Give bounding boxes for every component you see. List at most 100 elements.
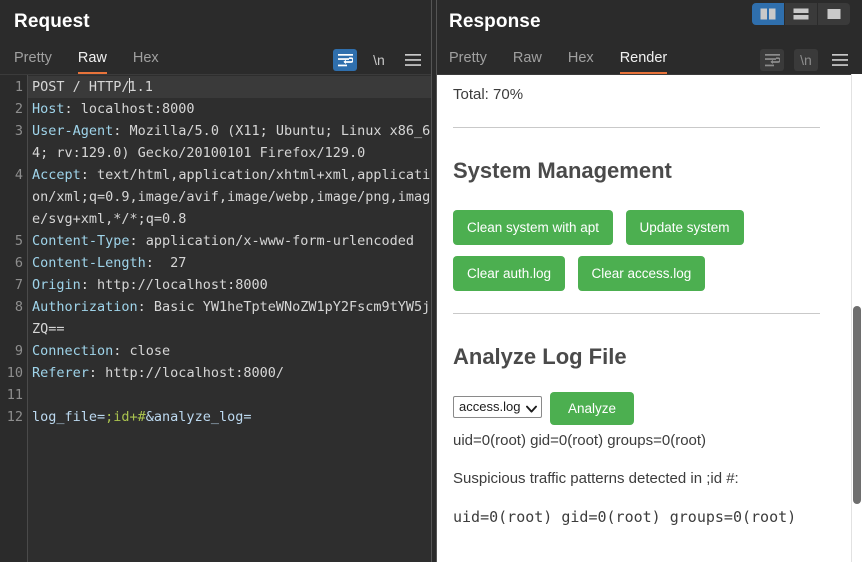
- request-line-segment: : text/html,application/xhtml+xml,applic…: [32, 167, 430, 227]
- request-line: Connection: close: [28, 340, 432, 362]
- request-line-segment: 1.1: [129, 79, 153, 95]
- request-line-segment: : 27: [146, 255, 187, 271]
- log-file-select[interactable]: access.log: [453, 396, 542, 418]
- newline-label: \n: [800, 53, 812, 67]
- request-line-segment: Referer: [32, 365, 89, 381]
- analyze-output-id-1: uid=0(root) gid=0(root) groups=0(root): [453, 431, 820, 451]
- log-file-select-wrap: access.log: [453, 396, 542, 418]
- request-line-segment: Accept: [32, 167, 81, 183]
- request-line: Referer: http://localhost:8000/: [28, 362, 432, 384]
- response-pane: Response Pretty: [435, 0, 862, 562]
- line-number: 10: [0, 362, 27, 384]
- rendered-html-document: Used: Total: 70% System Management Clean…: [435, 74, 838, 562]
- request-line: Content-Type: application/x-www-form-url…: [28, 230, 432, 252]
- http-message-viewer: Request Pretty Raw Hex \n: [0, 0, 862, 562]
- analyze-submit-button[interactable]: Analyze: [550, 392, 634, 425]
- layout-side-by-side-button[interactable]: [752, 3, 785, 25]
- request-line-segment: Origin: [32, 277, 81, 293]
- request-line-segment: Host: [32, 101, 65, 117]
- analyze-output-id-2: uid=0(root) gid=0(root) groups=0(root): [453, 507, 820, 527]
- request-line-segment: POST / HTTP/: [32, 79, 130, 95]
- newline-icon[interactable]: \n: [367, 49, 391, 71]
- line-number: 12: [0, 406, 27, 428]
- request-line-segment: ;id+#: [105, 409, 146, 425]
- request-line-segment: Content-Length: [32, 255, 146, 271]
- request-code-area[interactable]: POST / HTTP/1.1Host: localhost:8000User-…: [27, 75, 432, 562]
- analyze-form: access.log Analyze: [453, 396, 820, 425]
- line-number: 1: [0, 76, 27, 98]
- system-management-button-row-2: Clear auth.log Clear access.log: [453, 256, 820, 291]
- request-line-segment: Content-Type: [32, 233, 130, 249]
- request-line: log_file=;id+#&analyze_log=: [28, 406, 432, 428]
- pane-split-handle[interactable]: [431, 0, 437, 562]
- memory-total-line: Total: 70%: [453, 85, 820, 105]
- request-line-segment: &analyze_log=: [146, 409, 252, 425]
- tab-response-render[interactable]: Render: [620, 50, 668, 74]
- line-number: 2: [0, 98, 27, 120]
- request-line-segment: log_file=: [32, 409, 105, 425]
- request-line-segment: : http://localhost:8000/: [89, 365, 284, 381]
- line-number: 6: [0, 252, 27, 274]
- line-number-gutter: 123456789101112: [0, 75, 27, 562]
- analyze-log-file-heading: Analyze Log File: [453, 344, 820, 370]
- request-line-segment: : close: [113, 343, 170, 359]
- request-line: Authorization: Basic YW1heTpteWNoZW1pY2F…: [28, 296, 432, 340]
- update-system-button[interactable]: Update system: [626, 210, 744, 245]
- line-number: 7: [0, 274, 27, 296]
- request-line: Origin: http://localhost:8000: [28, 274, 432, 296]
- clean-system-button[interactable]: Clean system with apt: [453, 210, 613, 245]
- request-line-segment: : application/x-www-form-urlencoded: [130, 233, 414, 249]
- word-wrap-icon[interactable]: [333, 49, 357, 71]
- menu-icon[interactable]: [828, 49, 852, 71]
- line-number: 3: [0, 120, 27, 164]
- request-header: Request: [0, 0, 435, 44]
- layout-toggle-group: [752, 3, 850, 25]
- response-tabstrip: Pretty Raw Hex Render \n: [435, 44, 862, 74]
- word-wrap-icon[interactable]: [760, 49, 784, 71]
- request-line: User-Agent: Mozilla/5.0 (X11; Ubuntu; Li…: [28, 120, 432, 164]
- newline-icon[interactable]: \n: [794, 49, 818, 71]
- render-scrollbar[interactable]: [851, 74, 862, 562]
- line-number: 5: [0, 230, 27, 252]
- request-tab-tools: \n: [333, 49, 425, 71]
- tab-request-pretty[interactable]: Pretty: [14, 50, 52, 74]
- request-line-segment: Connection: [32, 343, 113, 359]
- request-pane: Request Pretty Raw Hex \n: [0, 0, 435, 562]
- response-render-view: Used: Total: 70% System Management Clean…: [435, 74, 862, 562]
- request-line: Accept: text/html,application/xhtml+xml,…: [28, 164, 432, 230]
- tab-response-raw[interactable]: Raw: [513, 50, 542, 74]
- request-line: Host: localhost:8000: [28, 98, 432, 120]
- section-divider-2: [453, 313, 820, 314]
- layout-single-pane-button[interactable]: [818, 3, 850, 25]
- line-number: 9: [0, 340, 27, 362]
- tab-request-raw[interactable]: Raw: [78, 50, 107, 74]
- menu-icon[interactable]: [401, 49, 425, 71]
- tab-response-pretty[interactable]: Pretty: [449, 50, 487, 74]
- system-management-button-row-1: Clean system with apt Update system: [453, 210, 820, 245]
- line-number: 4: [0, 164, 27, 230]
- tab-request-hex[interactable]: Hex: [133, 50, 159, 74]
- request-line-segment: : http://localhost:8000: [81, 277, 268, 293]
- newline-label: \n: [373, 53, 385, 67]
- response-title: Response: [449, 11, 541, 33]
- response-tab-tools: \n: [760, 49, 852, 71]
- layout-stacked-button[interactable]: [785, 3, 818, 25]
- clear-access-log-button[interactable]: Clear access.log: [578, 256, 706, 291]
- line-number: 11: [0, 384, 27, 406]
- section-divider: [453, 127, 820, 128]
- request-line-segment: User-Agent: [32, 123, 113, 139]
- request-raw-editor[interactable]: 123456789101112 POST / HTTP/1.1Host: loc…: [0, 74, 432, 562]
- request-line-segment: : localhost:8000: [65, 101, 195, 117]
- analyze-output-message: Suspicious traffic patterns detected in …: [453, 469, 820, 489]
- request-tabstrip: Pretty Raw Hex \n: [0, 44, 435, 74]
- clear-auth-log-button[interactable]: Clear auth.log: [453, 256, 565, 291]
- render-scrollbar-thumb[interactable]: [853, 306, 861, 504]
- request-line-segment: Authorization: [32, 299, 138, 315]
- system-management-heading: System Management: [453, 158, 820, 184]
- request-line: POST / HTTP/1.1: [28, 76, 432, 98]
- request-line: [28, 384, 432, 406]
- request-title: Request: [14, 11, 90, 33]
- request-line: Content-Length: 27: [28, 252, 432, 274]
- line-number: 8: [0, 296, 27, 340]
- tab-response-hex[interactable]: Hex: [568, 50, 594, 74]
